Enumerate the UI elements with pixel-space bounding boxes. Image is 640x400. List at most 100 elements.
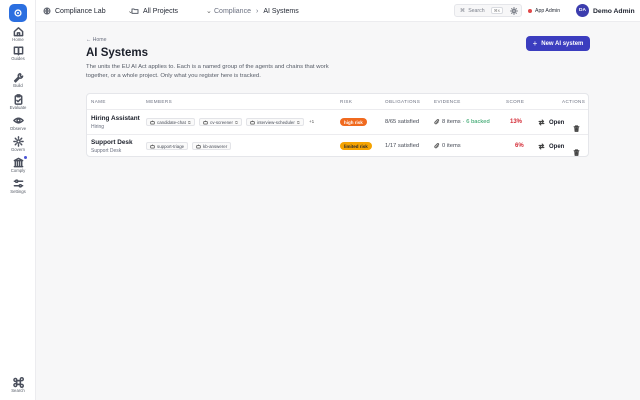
agent-icon xyxy=(250,120,255,124)
evidence-status: 0 items xyxy=(434,143,461,149)
sidebar-item-label: Evaluate xyxy=(9,105,27,110)
agent-icon xyxy=(196,144,201,148)
folder-icon xyxy=(131,8,139,14)
sidebar-item-label: Home xyxy=(12,37,24,42)
sidebar: Home Guides Build Evaluate Observe Gover… xyxy=(0,0,36,400)
member-chip-label: support-triage xyxy=(157,143,185,149)
gear-icon xyxy=(12,136,24,147)
notification-dot xyxy=(24,156,27,159)
project-name: All Projects xyxy=(143,7,179,15)
column-header-name: NAME xyxy=(91,99,106,104)
external-link-icon: ⧉ xyxy=(234,119,238,125)
system-name[interactable]: Hiring Assistant xyxy=(91,115,140,122)
clipboard-icon xyxy=(14,94,22,105)
member-chip-label: cv-screener xyxy=(210,119,233,125)
open-button[interactable]: Open xyxy=(538,143,564,150)
page-title: AI Systems xyxy=(86,47,149,59)
column-header-risk: RISK xyxy=(340,99,353,104)
trash-icon xyxy=(573,125,580,132)
column-header-obligations: OBLIGATIONS xyxy=(385,99,421,104)
paperclip-icon xyxy=(434,119,440,125)
org-name: Compliance Lab xyxy=(55,7,106,15)
theme-toggle[interactable] xyxy=(510,0,518,22)
open-button-label: Open xyxy=(549,119,565,126)
compliance-score: 6% xyxy=(515,143,524,149)
open-button[interactable]: Open xyxy=(538,119,564,126)
sidebar-item-govern[interactable]: Govern xyxy=(0,136,36,152)
trash-icon xyxy=(573,149,580,156)
sidebar-item-label: Build xyxy=(13,83,23,88)
search-label: Search xyxy=(468,7,485,14)
chevron-down-icon: ⌄ xyxy=(206,8,212,15)
breadcrumb-current: AI Systems xyxy=(263,7,299,15)
member-chip-label: candidate-chat xyxy=(157,119,186,125)
obligations-status: 8/65 satisfied xyxy=(385,119,420,125)
member-chip[interactable]: cv-screener ⧉ xyxy=(199,118,242,126)
new-ai-system-label: New AI system xyxy=(541,40,584,47)
building-icon xyxy=(13,157,23,168)
paperclip-icon xyxy=(434,143,440,149)
app-admin-badge[interactable]: App Admin xyxy=(525,4,565,17)
member-chip[interactable]: support-triage xyxy=(146,142,189,150)
member-chip[interactable]: interview-scheduler ⧉ xyxy=(246,118,304,126)
sidebar-item-comply[interactable]: Comply xyxy=(0,156,36,173)
delete-button[interactable] xyxy=(573,143,580,161)
open-button-label: Open xyxy=(549,143,565,150)
sidebar-item-label: Observe xyxy=(9,126,27,131)
evidence-count: 8 items xyxy=(442,119,461,125)
sidebar-item-label: Settings xyxy=(10,189,26,194)
plus-icon: + xyxy=(532,38,538,48)
sidebar-item-observe[interactable]: Observe xyxy=(0,115,36,131)
system-name[interactable]: Support Desk xyxy=(91,139,133,146)
app-admin-label: App Admin xyxy=(535,7,561,14)
column-header-members: MEMBERS xyxy=(146,99,173,104)
topbar: Compliance Lab ⌄ All Projects ⌄ Complian… xyxy=(36,0,640,22)
app-logo[interactable] xyxy=(9,4,27,22)
sidebar-item-evaluate[interactable]: Evaluate xyxy=(0,94,36,110)
page-subtitle: The units the EU AI Act applies to. Each… xyxy=(86,64,329,80)
eye-icon xyxy=(12,117,24,124)
evidence-status: 8 items · 6 backed xyxy=(434,119,490,125)
back-link[interactable]: ← Home xyxy=(86,37,106,43)
risk-badge: limited risk xyxy=(340,142,372,150)
header-divider xyxy=(87,109,588,110)
system-sub: Support Desk xyxy=(91,148,122,154)
search-shortcut: ⌘K xyxy=(490,7,504,14)
more-members-count[interactable]: +1 xyxy=(309,119,314,124)
book-icon xyxy=(13,46,23,56)
obligations-status: 1/17 satisfied xyxy=(385,143,420,149)
logo-icon xyxy=(14,9,22,17)
command-icon xyxy=(12,377,24,388)
user-name[interactable]: Demo Admin xyxy=(593,0,635,22)
sidebar-item-settings[interactable]: Settings xyxy=(0,178,36,194)
sidebar-item-label: Guides xyxy=(11,56,25,61)
row-divider xyxy=(87,134,588,135)
agent-icon xyxy=(150,144,155,148)
globe-icon xyxy=(43,7,51,15)
sun-icon xyxy=(510,7,518,15)
member-chip[interactable]: kb-answerer xyxy=(192,142,232,150)
status-dot xyxy=(528,8,532,13)
breadcrumb-separator-icon: › xyxy=(255,7,259,15)
arrows-icon xyxy=(538,143,545,150)
sidebar-search-label: Search xyxy=(11,388,25,393)
evidence-backed: · 6 backed xyxy=(462,119,490,125)
sidebar-item-build[interactable]: Build xyxy=(0,72,36,88)
breadcrumb-compliance[interactable]: Compliance xyxy=(214,8,251,15)
breadcrumb: Compliance › AI Systems xyxy=(214,0,299,22)
new-ai-system-button[interactable]: + New AI system xyxy=(526,36,590,51)
project-switcher[interactable]: All Projects ⌄ xyxy=(131,0,212,22)
sidebar-item-label: Comply xyxy=(10,168,26,173)
sidebar-item-guides[interactable]: Guides xyxy=(0,45,36,61)
command-icon: ⌘ xyxy=(460,7,466,14)
sidebar-item-home[interactable]: Home xyxy=(0,26,36,42)
sidebar-item-label: Govern xyxy=(10,147,26,152)
agent-icon xyxy=(150,120,155,124)
sidebar-search[interactable]: Search xyxy=(0,377,36,393)
compliance-score: 13% xyxy=(510,119,523,125)
member-chip-label: kb-answerer xyxy=(203,143,228,149)
avatar[interactable]: DA xyxy=(576,4,589,17)
org-switcher[interactable]: Compliance Lab ⌄ xyxy=(43,0,133,22)
member-chip[interactable]: candidate-chat ⧉ xyxy=(146,118,195,126)
arrows-icon xyxy=(538,119,545,126)
